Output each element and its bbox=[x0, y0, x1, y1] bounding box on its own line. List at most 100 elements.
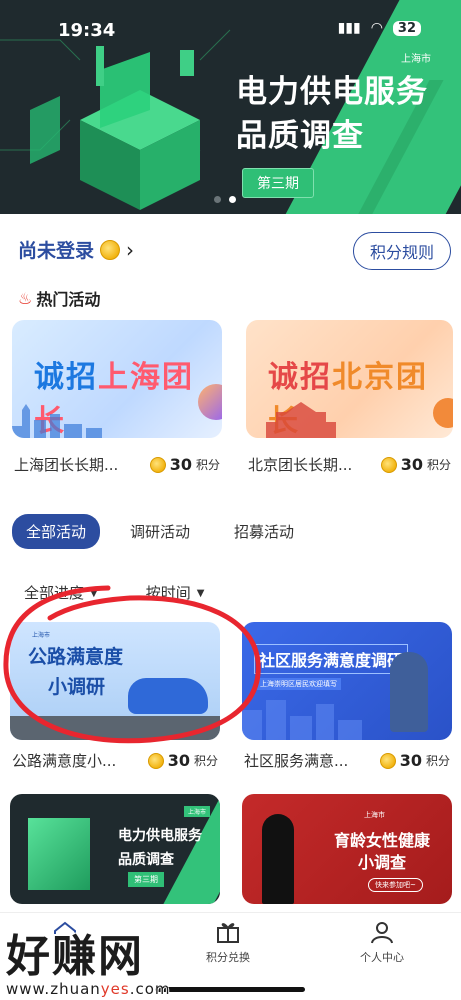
points-value: 30 bbox=[399, 751, 422, 770]
points-value: 30 bbox=[400, 455, 423, 474]
image-title: 育龄女性健康 小调查 bbox=[334, 830, 430, 874]
points-unit: 积分 bbox=[426, 458, 451, 472]
image-issue-badge: 第三期 bbox=[128, 872, 164, 887]
activity-card-image[interactable]: 上海市 公路满意度 小调研 bbox=[10, 622, 220, 740]
road-illustration bbox=[10, 716, 220, 740]
image-title-line1: 公路满意度 bbox=[28, 646, 124, 668]
user-icon bbox=[371, 922, 393, 944]
hot-card-image[interactable]: 诚招上海团长 bbox=[12, 320, 222, 438]
tab-recruit-activities[interactable]: 招募活动 bbox=[220, 514, 308, 549]
activity-card-image[interactable]: 社区服务满意度调研 上海崇明区居民欢迎填写 bbox=[242, 622, 452, 740]
time-sort-label: 按时间 bbox=[145, 584, 191, 602]
nav-item-points-exchange[interactable]: 积分兑换 bbox=[206, 919, 250, 965]
activity-card-title: 公路满意度小... bbox=[12, 752, 117, 770]
nav-item-profile[interactable]: 个人中心 bbox=[360, 919, 404, 965]
hot-activities-heading: ♨ 热门活动 bbox=[18, 286, 100, 310]
buildings-illustration bbox=[242, 700, 362, 740]
activity-card-image[interactable]: 上海市 电力供电服务 品质调查 第三期 bbox=[10, 794, 220, 904]
status-time: 19:34 bbox=[58, 20, 116, 41]
points-badge: 30 积分 bbox=[380, 455, 451, 474]
tab-all-activities[interactable]: 全部活动 bbox=[12, 514, 101, 549]
coin-icon bbox=[147, 752, 164, 769]
coin-icon bbox=[149, 456, 166, 473]
skyline-illustration bbox=[12, 404, 102, 438]
activity-card-power[interactable]: 上海市 电力供电服务 品质调查 第三期 bbox=[10, 794, 220, 904]
image-title-line1: 社区服务满意度调研 bbox=[254, 644, 409, 674]
activity-card-title: 社区服务满意... bbox=[244, 752, 349, 770]
banner-title: 电力供电服务 品质调查 bbox=[236, 70, 456, 158]
image-city-tag: 上海市 bbox=[32, 632, 51, 639]
image-title-line2: 上海崇明区居民欢迎填写 bbox=[256, 678, 341, 690]
status-icons: ▮▮▮ ◠ 32 bbox=[338, 20, 421, 36]
cube-illustration bbox=[28, 818, 90, 890]
nav-label: 积分兑换 bbox=[206, 951, 250, 964]
hot-card-beijing[interactable]: 诚招北京团长 北京团长长期... 30 积分 bbox=[246, 320, 453, 474]
signal-icon: ▮▮▮ bbox=[337, 20, 361, 36]
hot-card-image[interactable]: 诚招北京团长 bbox=[246, 320, 453, 438]
image-title-line1: 育龄女性健康 bbox=[334, 831, 431, 850]
image-title-line2: 品质调查 bbox=[118, 852, 174, 868]
officer-illustration bbox=[390, 652, 428, 732]
hot-card-title: 北京团长长期... bbox=[248, 456, 353, 474]
activity-card-meta: 公路满意度小... 30 积分 bbox=[12, 750, 218, 771]
points-unit: 积分 bbox=[195, 458, 220, 472]
points-value: 30 bbox=[169, 455, 192, 474]
banner-pagination[interactable] bbox=[214, 196, 236, 203]
image-title-line2: 小调查 bbox=[358, 853, 407, 872]
home-icon bbox=[54, 921, 76, 943]
progress-filter-dropdown[interactable]: 全部进度 ▼ bbox=[24, 582, 98, 603]
car-illustration bbox=[128, 678, 208, 714]
activity-tabs: 全部活动 调研活动 招募活动 bbox=[12, 514, 308, 549]
woman-illustration bbox=[262, 814, 294, 904]
hot-card-meta: 北京团长长期... 30 积分 bbox=[248, 454, 451, 475]
pagination-dot[interactable] bbox=[214, 196, 221, 203]
time-sort-dropdown[interactable]: 按时间 ▼ bbox=[146, 582, 205, 603]
login-link[interactable]: 尚未登录 › bbox=[18, 236, 134, 263]
gift-icon bbox=[217, 923, 239, 943]
image-title: 电力供电服务 品质调查 bbox=[118, 824, 202, 872]
image-city-tag: 上海市 bbox=[183, 806, 210, 817]
tab-survey-activities[interactable]: 调研活动 bbox=[116, 514, 204, 549]
points-unit: 积分 bbox=[425, 754, 450, 768]
coin-icon bbox=[379, 752, 396, 769]
filter-bar: 全部进度 ▼ 按时间 ▼ bbox=[24, 582, 204, 603]
points-badge: 30 积分 bbox=[147, 751, 218, 770]
home-indicator[interactable] bbox=[155, 987, 305, 992]
banner-title-line1: 电力供电服务 bbox=[236, 74, 428, 110]
nav-label: 个人中心 bbox=[360, 951, 404, 964]
activity-card-community[interactable]: 社区服务满意度调研 上海崇明区居民欢迎填写 社区服务满意... 30 积分 bbox=[242, 622, 452, 770]
nav-item-activities[interactable]: 活动 bbox=[52, 919, 78, 965]
points-value: 30 bbox=[167, 751, 190, 770]
points-unit: 积分 bbox=[193, 754, 218, 768]
image-title-line2: 小调研 bbox=[48, 676, 106, 698]
chevron-right-icon: › bbox=[126, 237, 135, 262]
points-badge: 30 积分 bbox=[379, 751, 450, 770]
banner-city-tag: 上海市 bbox=[393, 48, 439, 67]
progress-filter-label: 全部进度 bbox=[24, 584, 85, 602]
nav-label: 活动 bbox=[54, 951, 76, 964]
coin-icon bbox=[100, 239, 121, 260]
points-badge: 30 积分 bbox=[149, 455, 220, 474]
fire-icon: ♨ bbox=[18, 288, 33, 308]
hot-heading-label: 热门活动 bbox=[36, 290, 101, 309]
hot-card-shanghai[interactable]: 诚招上海团长 上海团长长期... 30 积分 bbox=[12, 320, 222, 474]
caret-down-icon: ▼ bbox=[196, 588, 205, 599]
image-cta: 快来参加吧~ bbox=[368, 878, 423, 892]
pagination-dot-active[interactable] bbox=[229, 196, 236, 203]
points-rules-button[interactable]: 积分规则 bbox=[353, 232, 451, 270]
activity-card-meta: 社区服务满意... 30 积分 bbox=[244, 750, 450, 771]
caret-down-icon: ▼ bbox=[90, 588, 98, 599]
activity-card-image[interactable]: 上海市 育龄女性健康 小调查 快来参加吧~ bbox=[242, 794, 452, 904]
login-label: 尚未登录 bbox=[18, 240, 95, 262]
image-title-line1: 电力供电服务 bbox=[118, 828, 202, 844]
activity-card-road[interactable]: 上海市 公路满意度 小调研 公路满意度小... 30 积分 bbox=[10, 622, 220, 770]
battery-icon: 32 bbox=[392, 20, 421, 36]
hot-card-title: 上海团长长期... bbox=[14, 456, 119, 474]
status-bar: 19:34 ▮▮▮ ◠ 32 bbox=[0, 0, 461, 52]
gate-illustration bbox=[266, 402, 336, 438]
bottom-navigation: 活动 积分兑换 个人中心 bbox=[0, 912, 461, 1000]
top-banner[interactable]: 19:34 ▮▮▮ ◠ 32 上海市 电力供电服务 品质调查 第三期 bbox=[0, 0, 461, 214]
image-city-tag: 上海市 bbox=[364, 811, 385, 819]
banner-issue-badge: 第三期 bbox=[242, 168, 314, 198]
activity-card-women-health[interactable]: 上海市 育龄女性健康 小调查 快来参加吧~ bbox=[242, 794, 452, 904]
